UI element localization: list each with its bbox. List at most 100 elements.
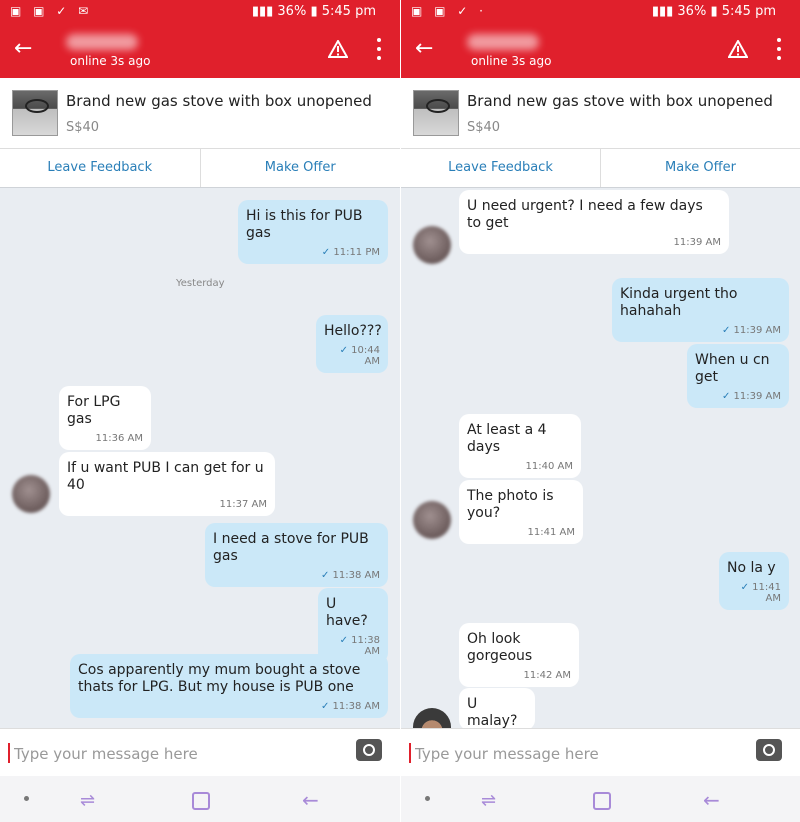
home-icon[interactable]	[593, 792, 611, 810]
message-text: U malay?	[467, 696, 518, 728]
product-summary[interactable]: Brand new gas stove with box unopened S$…	[0, 78, 400, 149]
message-time: 11:41 AM	[527, 527, 575, 538]
message-input[interactable]	[413, 739, 737, 769]
message-text: When u cn get	[695, 352, 770, 385]
message-text: U have?	[326, 596, 368, 629]
message-bubble: U have? 11:38 AM	[318, 588, 388, 663]
date-separator: Yesterday	[176, 278, 225, 289]
battery-icon: ▮	[310, 4, 322, 19]
make-offer-button[interactable]: Make Offer	[601, 149, 800, 187]
message-time: 11:37 AM	[219, 499, 267, 510]
app-bar: ← online 3s ago	[401, 24, 800, 78]
message-text: The photo is you?	[467, 488, 554, 521]
make-offer-button[interactable]: Make Offer	[201, 149, 401, 187]
notification-icons: ▣ ▣ ✓ ·	[411, 4, 487, 18]
product-price: S$40	[66, 120, 100, 135]
system-nav-bar: ⇌ ←	[0, 776, 400, 822]
message-time: 11:41 AM	[727, 582, 781, 604]
message-time: 11:40 AM	[525, 461, 573, 472]
message-text: Hello???	[324, 323, 382, 339]
action-bar: Leave Feedback Make Offer	[0, 149, 400, 188]
more-options-icon[interactable]	[776, 38, 782, 60]
product-price: S$40	[467, 120, 501, 135]
product-title: Brand new gas stove with box unopened	[66, 92, 372, 110]
message-bubble: Hello??? 10:44 AM	[316, 315, 388, 373]
message-bubble: I need a stove for PUB gas 11:38 AM	[205, 523, 388, 587]
product-thumbnail	[12, 90, 58, 136]
chat-screen-left: ▣ ▣ ✓ ✉ ▮▮▮ 36% ▮ 5:45 pm ← online 3s ag…	[0, 0, 400, 822]
buyer-avatar[interactable]	[413, 708, 451, 728]
camera-icon[interactable]	[356, 739, 382, 761]
home-icon[interactable]	[192, 792, 210, 810]
message-time: 11:42 AM	[523, 670, 571, 681]
battery-level: 36%	[277, 4, 307, 19]
seller-avatar[interactable]	[12, 475, 50, 513]
message-text: No la y	[727, 560, 776, 576]
camera-icon[interactable]	[756, 739, 782, 761]
system-back-icon[interactable]: ←	[703, 788, 720, 812]
signal-icon: ▮▮▮	[651, 4, 678, 19]
nav-dot-icon	[24, 796, 29, 801]
product-thumbnail	[413, 90, 459, 136]
system-back-icon[interactable]: ←	[302, 788, 319, 812]
message-bubble: Hi is this for PUB gas 11:11 PM	[238, 200, 388, 264]
message-list[interactable]: U need urgent? I need a few days to get …	[401, 188, 800, 728]
nav-dot-icon	[425, 796, 430, 801]
message-bubble: For LPG gas 11:36 AM	[59, 386, 151, 450]
message-bubble: Cos apparently my mum bought a stove tha…	[70, 654, 388, 718]
message-time: 11:38 AM	[213, 570, 380, 581]
blurred-username	[66, 34, 138, 50]
message-text: If u want PUB I can get for u 40	[67, 460, 264, 493]
status-right: ▮▮▮ 36% ▮ 5:45 pm	[652, 4, 776, 19]
message-text: Hi is this for PUB gas	[246, 208, 363, 241]
message-bubble: U need urgent? I need a few days to get …	[459, 190, 729, 254]
message-bubble: When u cn get 11:39 AM	[687, 344, 789, 408]
leave-feedback-button[interactable]: Leave Feedback	[0, 149, 201, 187]
system-nav-bar: ⇌ ←	[401, 776, 800, 822]
message-time: 11:36 AM	[95, 433, 143, 444]
chat-screen-right: ▣ ▣ ✓ · ▮▮▮ 36% ▮ 5:45 pm ← online 3s ag…	[400, 0, 800, 822]
back-arrow-icon[interactable]: ←	[415, 36, 433, 62]
seller-avatar[interactable]	[413, 226, 451, 264]
signal-icon: ▮▮▮	[251, 4, 278, 19]
message-text: Kinda urgent tho hahahah	[620, 286, 738, 319]
message-text: Cos apparently my mum bought a stove tha…	[78, 662, 361, 695]
leave-feedback-button[interactable]: Leave Feedback	[401, 149, 601, 187]
product-summary[interactable]: Brand new gas stove with box unopened S$…	[401, 78, 800, 149]
battery-level: 36%	[677, 4, 707, 19]
message-text: At least a 4 days	[467, 422, 547, 455]
compose-bar	[401, 728, 800, 777]
text-cursor	[409, 743, 411, 763]
compose-bar	[0, 728, 400, 777]
status-bar: ▣ ▣ ✓ · ▮▮▮ 36% ▮ 5:45 pm	[401, 0, 800, 24]
message-time: 11:38 AM	[78, 701, 380, 712]
report-warning-icon[interactable]	[728, 40, 748, 58]
message-bubble: The photo is you? 11:41 AM	[459, 480, 583, 544]
message-list[interactable]: Hi is this for PUB gas 11:11 PM Yesterda…	[0, 188, 400, 728]
back-arrow-icon[interactable]: ←	[14, 36, 32, 62]
recent-apps-icon[interactable]: ⇌	[481, 790, 496, 811]
report-warning-icon[interactable]	[328, 40, 348, 58]
message-bubble: Kinda urgent tho hahahah 11:39 AM	[612, 278, 789, 342]
message-bubble: At least a 4 days 11:40 AM	[459, 414, 581, 478]
battery-icon: ▮	[710, 4, 722, 19]
message-time: 11:11 PM	[246, 247, 380, 258]
recent-apps-icon[interactable]: ⇌	[80, 790, 95, 811]
online-status: online 3s ago	[70, 54, 151, 68]
product-title: Brand new gas stove with box unopened	[467, 92, 773, 110]
status-right: ▮▮▮ 36% ▮ 5:45 pm	[252, 4, 376, 19]
status-bar: ▣ ▣ ✓ ✉ ▮▮▮ 36% ▮ 5:45 pm	[0, 0, 400, 24]
notification-icons: ▣ ▣ ✓ ✉	[10, 4, 93, 18]
message-text: U need urgent? I need a few days to get	[467, 198, 703, 231]
message-time: 10:44 AM	[324, 345, 380, 367]
message-input[interactable]	[12, 739, 336, 769]
text-cursor	[8, 743, 10, 763]
message-text: For LPG gas	[67, 394, 121, 427]
message-bubble: If u want PUB I can get for u 40 11:37 A…	[59, 452, 275, 516]
message-bubble: Oh look gorgeous 11:42 AM	[459, 623, 579, 687]
seller-avatar[interactable]	[413, 501, 451, 539]
app-bar: ← online 3s ago	[0, 24, 400, 78]
message-time: 11:39 AM	[695, 391, 781, 402]
message-time: 11:39 AM	[620, 325, 781, 336]
more-options-icon[interactable]	[376, 38, 382, 60]
